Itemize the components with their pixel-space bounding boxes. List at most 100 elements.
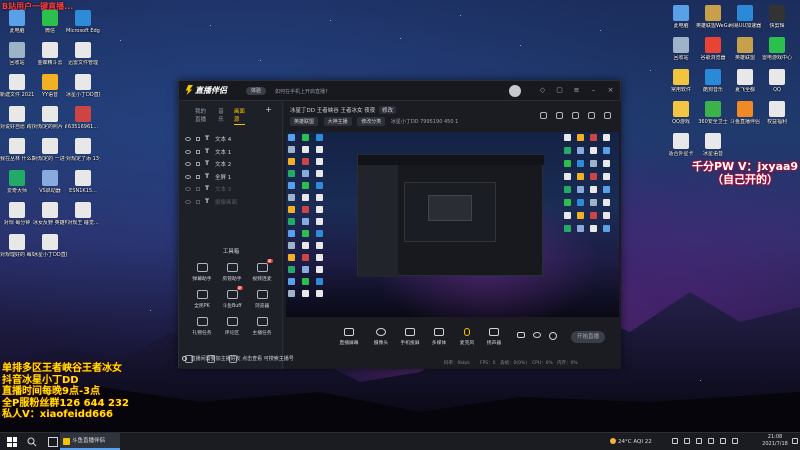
eye-icon[interactable] xyxy=(185,162,191,167)
avatar[interactable] xyxy=(509,85,521,97)
desktop-icon[interactable]: 权益福利 xyxy=(760,101,794,125)
desktop-icon[interactable]: 回收站 xyxy=(0,42,34,66)
eye-icon[interactable] xyxy=(185,187,191,192)
task-view-icon[interactable] xyxy=(48,437,58,447)
record-icon[interactable] xyxy=(572,112,579,119)
control-effects[interactable] xyxy=(532,332,542,341)
desktop-icon[interactable]: 冰星小丁DD直播 xyxy=(33,234,67,258)
desktop-icon[interactable]: VS启动器 xyxy=(33,170,67,194)
lock-icon[interactable] xyxy=(196,149,200,154)
desktop-icon[interactable]: 我在丛林 什么截图时... xyxy=(0,138,34,162)
start-live-button[interactable]: 开始直播 xyxy=(571,331,605,343)
start-button[interactable] xyxy=(7,437,17,447)
close-icon[interactable]: × xyxy=(607,87,614,94)
category-button[interactable]: 英雄联盟 xyxy=(290,117,319,126)
desktop-icon[interactable]: 英雄联盟 xyxy=(728,37,762,61)
toolbox-item[interactable]: 新斗鱼Buff xyxy=(217,286,247,309)
control-phone-cast[interactable]: 手机投屏 xyxy=(397,328,423,346)
source-item[interactable]: T 文本 3 xyxy=(179,183,282,196)
desktop-icon[interactable]: 适合外星卡 xyxy=(664,133,698,157)
tab-my-live[interactable]: 我的直播 xyxy=(195,107,210,125)
desktop-icon[interactable]: 迅雷文件管理 xyxy=(66,42,100,66)
douyu-live-companion-window[interactable]: 直播伴侣 体验 如何在手机上开启直播? ◇ ▢ ≡ – × 我的直播 音乐 画面… xyxy=(178,80,621,369)
lock-icon[interactable] xyxy=(196,199,200,204)
control-record[interactable] xyxy=(516,332,526,341)
network-icon[interactable] xyxy=(684,438,690,444)
desktop-icon[interactable]: 爱奇大师 xyxy=(0,170,34,194)
toolbox-item[interactable]: 评论区 xyxy=(217,317,247,336)
desktop-icon[interactable]: 此电脑 xyxy=(0,10,34,34)
notice-bar[interactable]: 直播间需要加主播好友 点击查看 可搜索主播号 xyxy=(182,355,332,362)
tray-arrow-icon[interactable] xyxy=(672,438,678,444)
control-speaker[interactable]: 扬声器 xyxy=(481,328,507,346)
taskbar-app-douyu[interactable]: 斗鱼直播伴侣 xyxy=(60,433,120,450)
desktop-icon[interactable]: 金蝶精斗云 xyxy=(33,42,67,66)
lock-icon[interactable] xyxy=(196,187,200,192)
tab-sources[interactable]: 画面源 xyxy=(233,107,246,125)
eye-icon[interactable] xyxy=(185,199,191,204)
desktop-icon[interactable]: 63516961... xyxy=(66,106,100,130)
control-media[interactable]: 多媒体 xyxy=(426,328,452,346)
toolbox-item[interactable]: 弹幕助手 xyxy=(187,263,217,282)
desktop-icon[interactable]: 对规 每分钟 xyxy=(0,202,34,226)
minimize-icon[interactable]: – xyxy=(590,87,597,94)
lock-icon[interactable] xyxy=(556,112,563,119)
lock-icon[interactable] xyxy=(196,174,200,179)
tray-app-icon[interactable] xyxy=(720,438,726,444)
clock[interactable]: 21:08 2021/7/18 xyxy=(755,434,795,448)
live-preview[interactable] xyxy=(286,132,619,317)
lock-icon[interactable] xyxy=(196,162,200,167)
desktop-icon[interactable]: 回收站 xyxy=(664,37,698,61)
control-screen-capture[interactable]: 直播屏幕 xyxy=(336,328,362,346)
desktop-icon[interactable]: 冰星小丁DD直播 xyxy=(66,74,100,98)
volume-icon[interactable] xyxy=(696,438,702,444)
notification-icon[interactable] xyxy=(792,438,798,444)
edit-title-button[interactable]: 修改 xyxy=(378,106,396,114)
control-microphone[interactable]: 麦克风 xyxy=(454,328,480,346)
desktop-icon[interactable]: 对规王 睡觉... xyxy=(66,202,100,226)
desktop-icon[interactable]: 快剪辑 xyxy=(760,5,794,29)
experience-badge[interactable]: 体验 xyxy=(246,87,266,95)
desktop-icon[interactable]: Microsoft Edge xyxy=(66,10,100,34)
desktop-icon[interactable]: 网易UU加速器 xyxy=(728,5,762,29)
toolbox-item[interactable]: 房管助手 xyxy=(217,263,247,282)
source-item[interactable]: T 文本 1 xyxy=(179,146,282,159)
eye-icon[interactable] xyxy=(185,174,191,179)
desktop-icon[interactable]: 此电脑 xyxy=(664,5,698,29)
desktop-icon[interactable]: 360安全卫士 xyxy=(696,101,730,125)
ime-icon[interactable] xyxy=(708,438,714,444)
desktop-icon[interactable]: 英雄联盟WeGame版 xyxy=(696,5,730,29)
weather-widget[interactable]: 24°C AQI 22 xyxy=(610,438,652,445)
desktop-icon[interactable]: 微信 xyxy=(33,10,67,34)
menu-icon[interactable]: ≡ xyxy=(573,87,580,94)
desktop-icon[interactable]: 酷狗音乐 xyxy=(696,69,730,93)
desktop-icon[interactable]: 对说好自愿 跨行到账... xyxy=(0,106,34,130)
source-item[interactable]: T 全屏 1 xyxy=(179,171,282,184)
eye-icon[interactable] xyxy=(185,137,191,142)
desktop-icon[interactable]: ESN1K15... xyxy=(66,170,100,194)
layout-icon[interactable] xyxy=(540,112,547,119)
change-category-button[interactable]: 修改分类 xyxy=(357,117,386,126)
desktop-icon[interactable]: QQ xyxy=(760,69,794,93)
share-icon[interactable] xyxy=(588,112,595,119)
toolbox-item[interactable]: 主播任务 xyxy=(247,317,277,336)
toolbox-item[interactable]: 礼物任务 xyxy=(187,317,217,336)
skin-icon[interactable]: ◇ xyxy=(539,87,546,94)
desktop-icon[interactable]: 对规定的照片 跨行到账... xyxy=(33,106,67,130)
desktop-icon[interactable]: 对规定了添 13分钟... xyxy=(66,138,100,162)
message-icon[interactable]: ▢ xyxy=(556,87,563,94)
tab-music[interactable]: 音乐 xyxy=(218,107,226,125)
toolbox-item[interactable]: 全民PK xyxy=(187,290,217,309)
search-icon[interactable] xyxy=(27,437,37,447)
eye-icon[interactable] xyxy=(185,149,191,154)
desktop-icon[interactable]: YY语音 xyxy=(33,74,67,98)
control-settings[interactable] xyxy=(548,332,558,343)
level-button[interactable]: 大神主播 xyxy=(323,117,352,126)
help-hint-link[interactable]: 如何在手机上开启直播? xyxy=(275,88,328,95)
add-source-icon[interactable]: + xyxy=(265,106,272,125)
source-item[interactable]: T 文本 2 xyxy=(179,158,282,171)
source-item[interactable]: T 文本 4 xyxy=(179,133,282,146)
desktop-icon[interactable]: 斗鱼直播伴侣 xyxy=(728,101,762,125)
settings-icon[interactable] xyxy=(604,112,611,119)
desktop-icon[interactable]: 新建文件 2021051... xyxy=(0,74,34,98)
